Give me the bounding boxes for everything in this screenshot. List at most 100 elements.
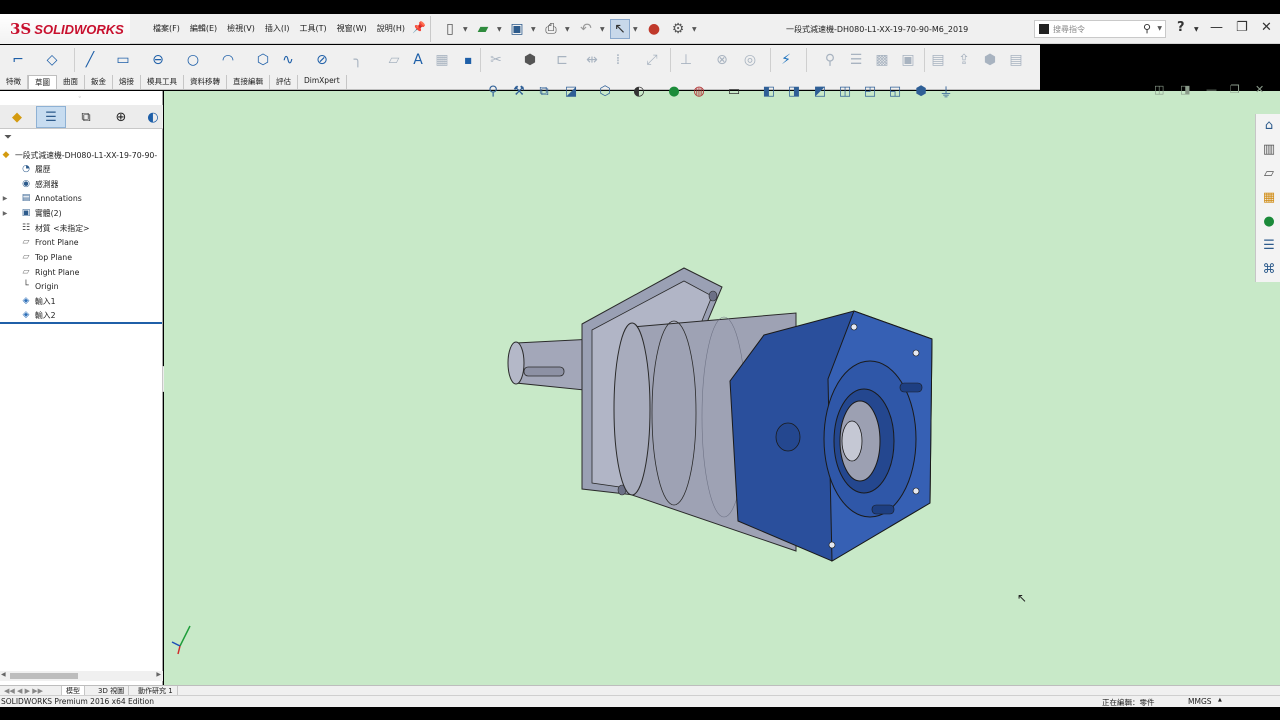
move-entities-icon[interactable]: ⤢	[642, 50, 662, 70]
new-dropdown-icon[interactable]: ▼	[463, 26, 468, 33]
polygon-icon[interactable]: ⬡	[253, 50, 273, 70]
tab-mold-tools[interactable]: 模具工具	[141, 75, 184, 89]
appearances-icon[interactable]: ●	[1259, 212, 1279, 230]
rapid-sketch-icon[interactable]: ▤	[1006, 50, 1026, 70]
tree-item-front-plane[interactable]: ▱ Front Plane	[0, 235, 79, 249]
view-back-icon[interactable]: ◩	[811, 82, 829, 100]
mirror-entities-icon[interactable]: ⇹	[582, 50, 602, 70]
sketch-icon[interactable]: ⌐	[8, 50, 28, 70]
plane-icon[interactable]: ▱	[384, 50, 404, 70]
text-icon[interactable]: A	[408, 50, 428, 70]
undo-icon[interactable]: ↶	[576, 19, 596, 39]
zoom-to-fit-icon[interactable]: ⚲	[484, 82, 502, 100]
view-right-icon[interactable]: ◰	[861, 82, 879, 100]
apply-scene-icon[interactable]: ▭	[725, 82, 743, 100]
offset-entities-icon[interactable]: ⊏	[552, 50, 572, 70]
tab-sheet-metal[interactable]: 鈑金	[85, 75, 113, 89]
open-document-icon[interactable]: ▰	[473, 19, 493, 39]
view-front-icon[interactable]: ◨	[785, 82, 803, 100]
print-dropdown-icon[interactable]: ▼	[565, 26, 570, 33]
tab-surfaces[interactable]: 曲面	[57, 75, 85, 89]
viewport-restore-icon[interactable]: ❐	[1230, 83, 1240, 96]
undo-dropdown-icon[interactable]: ▼	[600, 26, 605, 33]
hide-show-items-icon[interactable]: ●	[665, 82, 683, 100]
graphics-area[interactable]: ↖ ◫ ◨ — ❐ ✕	[164, 83, 1280, 685]
tab-evaluate[interactable]: 評估	[270, 75, 298, 89]
make-block-icon[interactable]: ▣	[898, 50, 918, 70]
panel-horizontal-scrollbar[interactable]: ◀ ▶	[0, 671, 163, 681]
spline-icon[interactable]: ∿	[278, 50, 298, 70]
options-gear-icon[interactable]: ⚙	[668, 19, 688, 39]
feature-manager-tab-icon[interactable]: ◆	[2, 106, 32, 128]
smart-dimension-icon[interactable]: ◇	[42, 50, 62, 70]
sketch-block-icon[interactable]: ▩	[872, 50, 892, 70]
input-flange[interactable]	[729, 310, 933, 562]
close-window-icon[interactable]: ✕	[1261, 20, 1272, 35]
custom-properties-icon[interactable]: ☰	[1259, 236, 1279, 254]
dimxpert-manager-tab-icon[interactable]: ⊕	[106, 106, 136, 128]
rebuild-traffic-light-icon[interactable]: ●	[644, 19, 664, 39]
solidworks-logo[interactable]: 3S SOLIDWORKS	[0, 14, 130, 44]
search-dropdown-icon[interactable]: ▼	[1157, 25, 1162, 32]
line-icon[interactable]: ╱	[80, 50, 100, 70]
tab-dimxpert[interactable]: DimXpert	[298, 75, 347, 89]
display-style-icon[interactable]: ◐	[630, 82, 648, 100]
shaded-sketch-icon[interactable]: ⚲	[820, 50, 840, 70]
expand-icon[interactable]: ▶	[0, 210, 10, 217]
linear-pattern-icon[interactable]: ⁞	[608, 50, 628, 70]
tree-item-sensors[interactable]: ◉ 感測器	[0, 177, 58, 191]
tab-weldments[interactable]: 熔接	[113, 75, 141, 89]
search-commands-input[interactable]: 搜尋指令 ⚲ ▼	[1034, 20, 1166, 38]
select-cursor-icon[interactable]: ↖	[610, 19, 630, 39]
tree-item-history[interactable]: ◔ 履歷	[0, 162, 51, 176]
solidworks-resources-icon[interactable]: ⌂	[1259, 116, 1279, 134]
section-view-icon[interactable]: ◪	[562, 82, 580, 100]
restore-window-icon[interactable]: ❐	[1236, 20, 1248, 35]
repair-sketch-icon[interactable]: ⊗	[712, 50, 732, 70]
viewport-close-icon[interactable]: ✕	[1255, 83, 1264, 96]
tree-item-solid-bodies[interactable]: ▶ ▣ 實體(2)	[0, 206, 62, 220]
menu-help[interactable]: 說明(H)	[372, 23, 410, 34]
scroll-left-icon[interactable]: ◀	[1, 671, 6, 678]
fillet-icon[interactable]: ╮	[348, 50, 368, 70]
tree-root[interactable]: ◆ 一段式減速機-DH080-L1-XX-19-70-90-	[0, 148, 158, 162]
circle-icon[interactable]: ○	[183, 50, 203, 70]
tab-direct-editing[interactable]: 直接編輯	[227, 75, 270, 89]
gearbox-model[interactable]	[164, 91, 1280, 685]
edit-appearance-icon[interactable]: ◍	[690, 82, 708, 100]
point-icon[interactable]: ■	[458, 50, 478, 70]
view-isometric-icon[interactable]: ⬢	[912, 82, 930, 100]
rollback-bar[interactable]	[0, 322, 162, 324]
previous-view-icon[interactable]: ⧉	[535, 82, 553, 100]
ellipse-icon[interactable]: ⊘	[312, 50, 332, 70]
property-manager-tab-icon[interactable]: ☰	[36, 106, 66, 128]
menu-view[interactable]: 檢視(V)	[222, 23, 260, 34]
scroll-right-icon[interactable]: ▶	[156, 671, 161, 678]
tree-item-annotations[interactable]: ▶ ▤ Annotations	[0, 191, 82, 205]
slot-icon[interactable]: ⊖	[148, 50, 168, 70]
sketch-contour-icon[interactable]: ⬢	[980, 50, 1000, 70]
view-palette-icon[interactable]: ▦	[1259, 188, 1279, 206]
view-settings-icon[interactable]: ◧	[760, 82, 778, 100]
layout-icon[interactable]: ⇪	[954, 50, 974, 70]
expand-icon[interactable]: ▶	[0, 195, 10, 202]
minimize-window-icon[interactable]: —	[1210, 20, 1223, 35]
sketch-picture-icon[interactable]: ▦	[432, 50, 452, 70]
menu-edit[interactable]: 編輯(E)	[185, 23, 222, 34]
print-icon[interactable]: ⎙	[541, 19, 561, 39]
menu-window[interactable]: 視窗(W)	[332, 23, 372, 34]
trim-entities-icon[interactable]: ✂	[486, 50, 506, 70]
panel-grip-icon[interactable]: ◦	[78, 94, 82, 101]
configuration-manager-tab-icon[interactable]: ⧉	[71, 106, 101, 128]
tab-sketch[interactable]: 草圖	[28, 75, 57, 89]
tree-item-import1[interactable]: ◈ 輸入1	[0, 294, 56, 308]
zoom-to-area-icon[interactable]: ⚒	[510, 82, 528, 100]
instant2d-icon[interactable]: ⚡	[776, 50, 796, 70]
tab-features[interactable]: 特徵	[0, 75, 28, 89]
help-dropdown-icon[interactable]: ▼	[1194, 26, 1199, 33]
tree-item-top-plane[interactable]: ▱ Top Plane	[0, 250, 73, 264]
rectangle-icon[interactable]: ▭	[113, 50, 133, 70]
design-library-icon[interactable]: ▥	[1259, 140, 1279, 158]
view-orientation-icon[interactable]: ⬡	[596, 82, 614, 100]
normal-to-icon[interactable]: ⏚	[937, 82, 955, 101]
